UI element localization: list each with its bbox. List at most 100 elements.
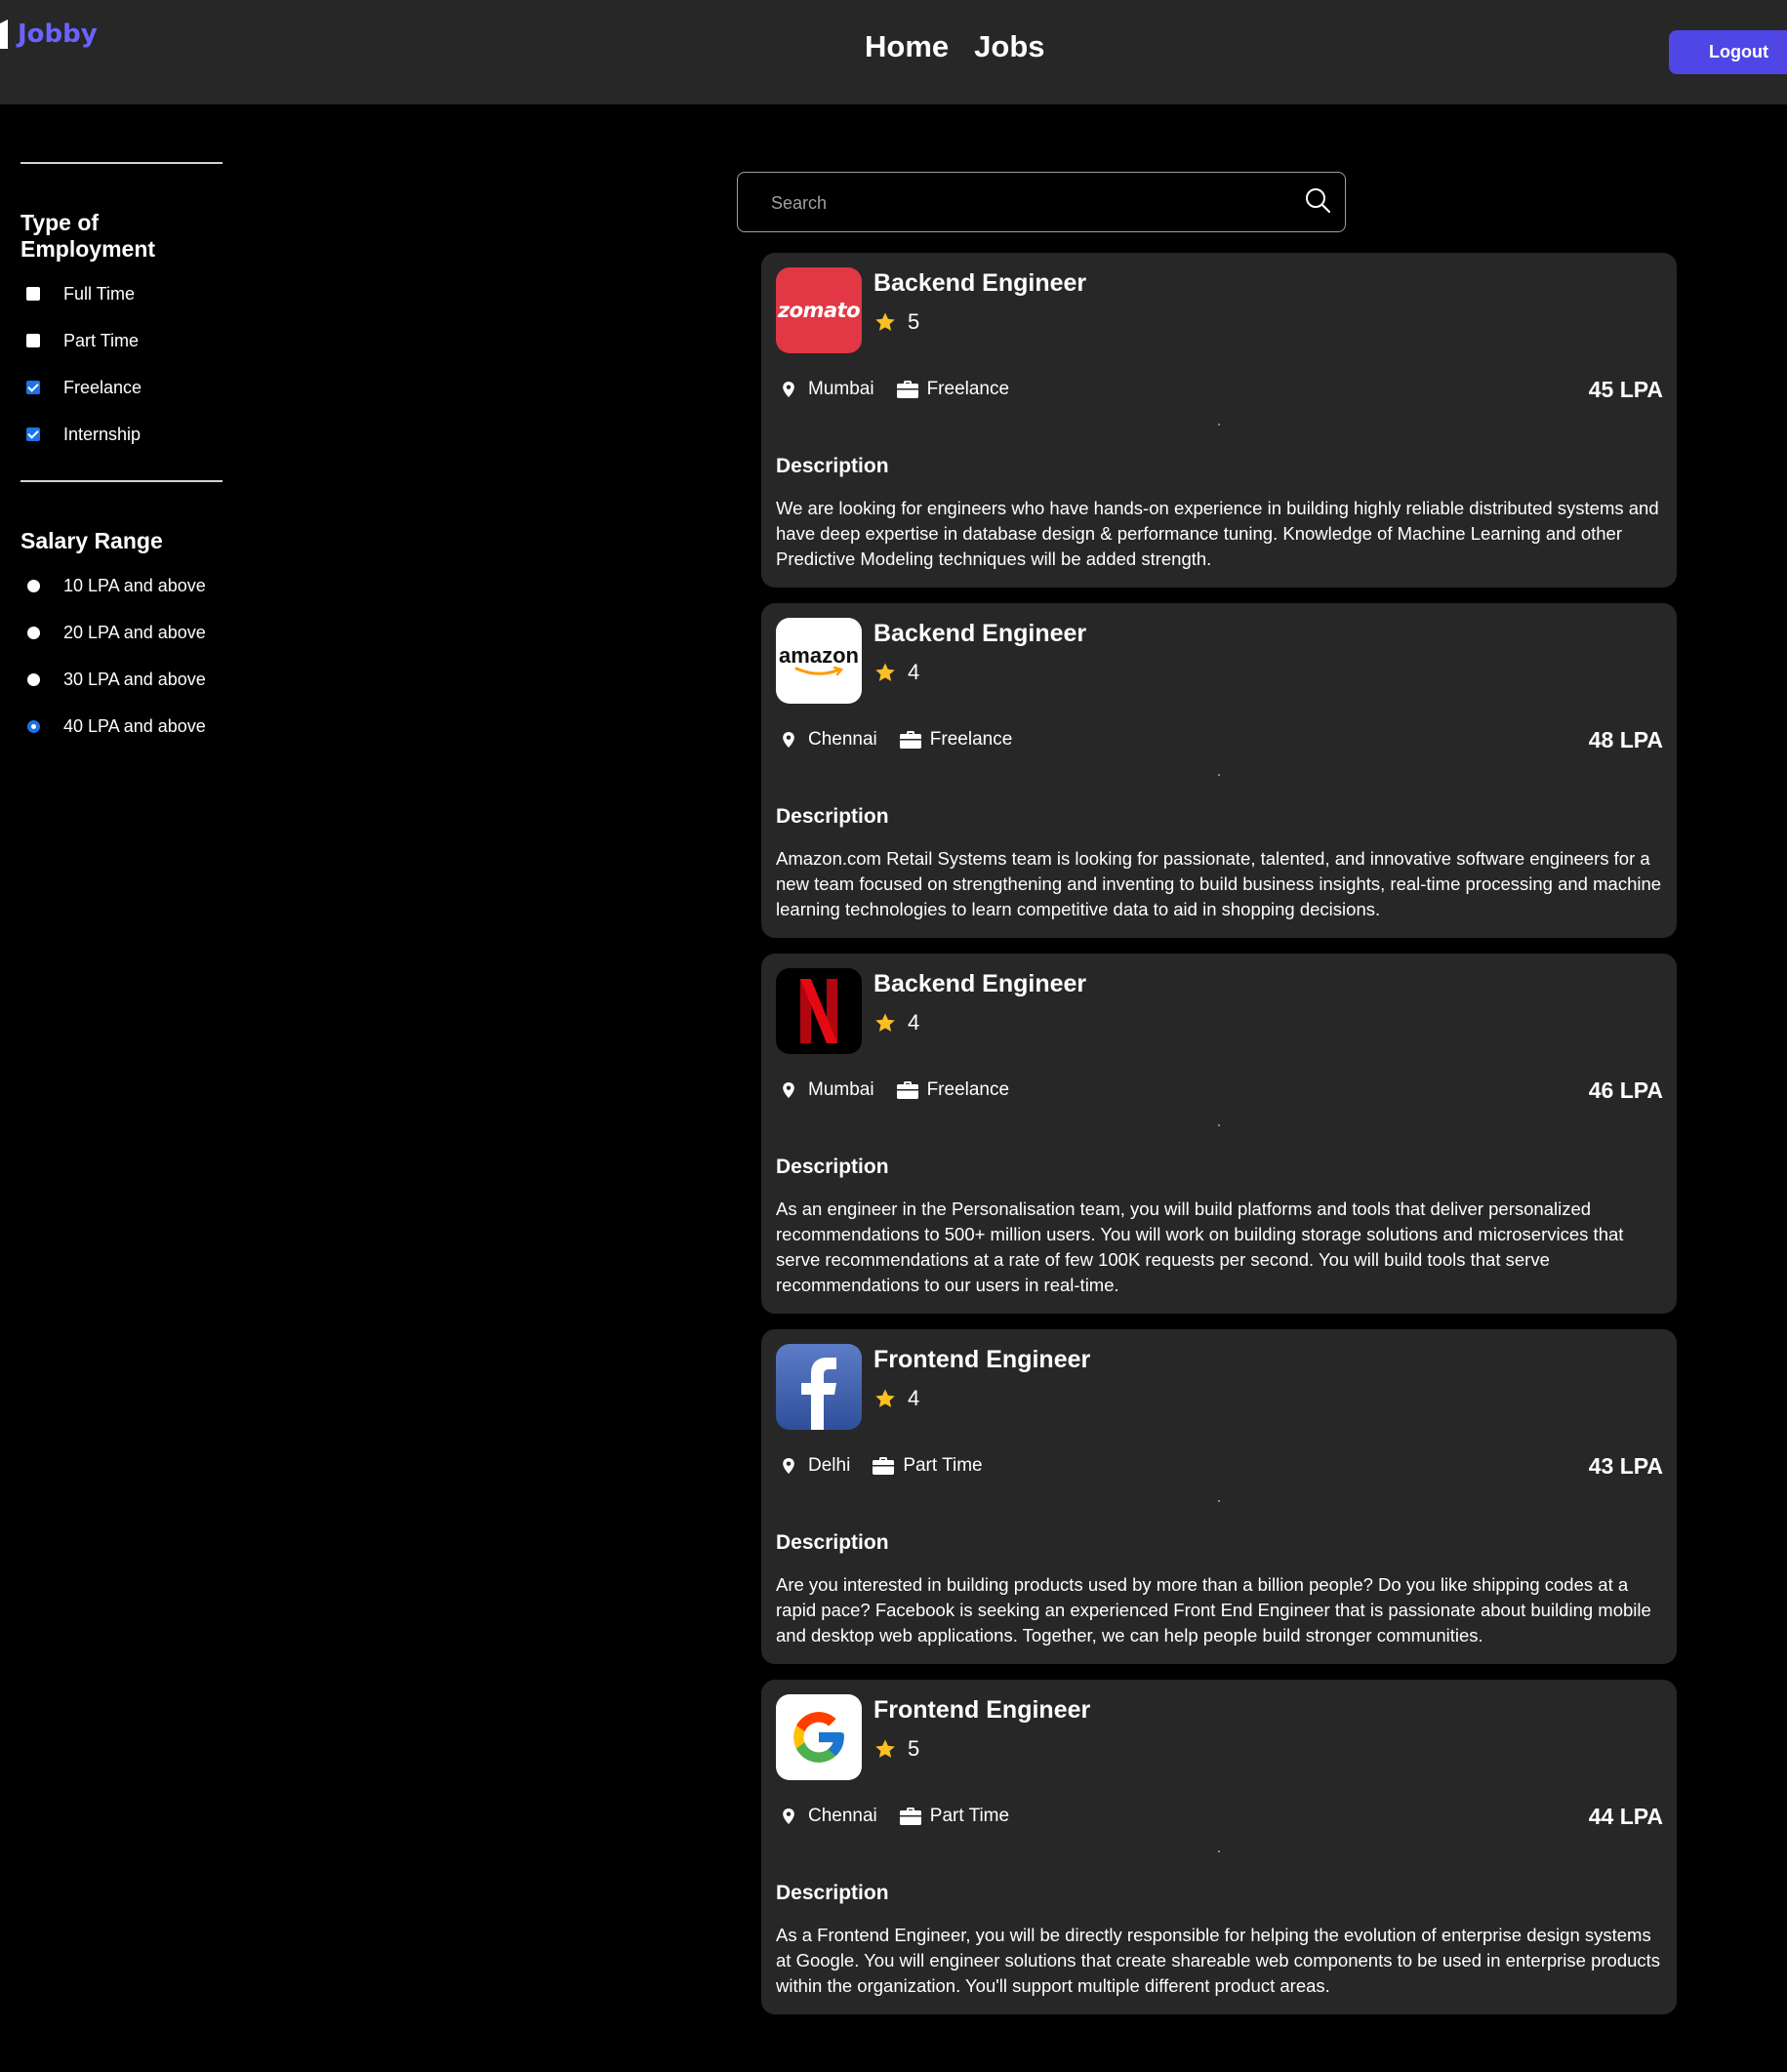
job-meta: Mumbai Freelance 45 LPA [776, 375, 1663, 404]
description-title: Description [776, 1156, 889, 1178]
employment-option[interactable]: Part Time [20, 317, 223, 364]
job-title: Backend Engineer [873, 970, 1087, 997]
job-location: Chennai [780, 1806, 877, 1827]
search-input[interactable] [769, 187, 1280, 219]
search-box [737, 172, 1346, 232]
rating-value: 5 [908, 309, 920, 334]
employment-option[interactable]: Internship [20, 411, 223, 458]
job-location: Delhi [780, 1455, 850, 1477]
salary-options: 10 LPA and above 20 LPA and above 30 LPA a… [20, 562, 223, 750]
employment-type-text: Part Time [929, 1806, 1010, 1826]
star-icon [875, 1739, 895, 1758]
briefcase-icon [899, 731, 921, 749]
employment-checkbox[interactable] [26, 287, 40, 301]
separator [1218, 1850, 1220, 1852]
search-icon[interactable] [1303, 186, 1332, 216]
employment-type-text: Part Time [903, 1455, 983, 1476]
salary-radio[interactable] [27, 719, 40, 733]
job-rating: 4 [873, 1010, 1086, 1036]
job-salary: 45 LPA [1588, 376, 1663, 402]
jobs-list: zomato Backend Engineer 5 Mumbai Freelance 4… [761, 253, 1677, 2030]
salary-option[interactable]: 40 LPA and above [20, 703, 223, 750]
company-logo: zomato [776, 267, 862, 353]
employment-option-label: Full Time [63, 283, 136, 304]
employment-options: Full Time Part Time Freelance Internship [20, 270, 223, 458]
rating-value: 5 [908, 1736, 920, 1761]
salary-radio[interactable] [27, 672, 40, 686]
description-title: Description [776, 805, 889, 828]
job-meta: Delhi Part Time 43 LPA [776, 1451, 1663, 1481]
salary-option-label: 30 LPA and above [63, 669, 206, 689]
job-card[interactable]: zomato Backend Engineer 5 Mumbai Freelance 4… [761, 253, 1677, 588]
briefcase-icon [896, 381, 918, 398]
job-employment-type: Freelance [896, 1079, 1009, 1101]
job-description: We are looking for engineers who have ha… [776, 498, 1659, 569]
job-description: Are you interested in building products … [776, 1574, 1651, 1645]
salary-option[interactable]: 30 LPA and above [20, 656, 223, 703]
job-card[interactable]: amazon Backend Engineer 4 Chennai Freelance… [761, 603, 1677, 938]
filters-sidebar: Type of Employment Full Time Part Time Fre… [20, 162, 223, 750]
star-icon [875, 663, 895, 681]
logout-button[interactable]: Logout [1669, 30, 1787, 74]
salary-option[interactable]: 20 LPA and above [20, 609, 223, 656]
employment-option[interactable]: Freelance [20, 364, 223, 411]
nav-home-link[interactable]: Home [865, 29, 949, 64]
main-nav: Home Jobs [865, 29, 1045, 64]
star-icon [875, 312, 895, 331]
logo[interactable]: Jobby [0, 20, 98, 49]
salary-option[interactable]: 10 LPA and above [20, 562, 223, 609]
job-card[interactable]: Backend Engineer 4 Mumbai Freelance 46 LPA De… [761, 954, 1677, 1314]
separator [1218, 1124, 1220, 1126]
location-icon [783, 1082, 794, 1098]
job-employment-type: Part Time [872, 1455, 983, 1477]
job-description: As a Frontend Engineer, you will be dire… [776, 1925, 1661, 1996]
job-salary: 46 LPA [1588, 1077, 1663, 1103]
briefcase-icon [896, 1081, 918, 1099]
location-text: Chennai [808, 729, 877, 750]
job-title-block: Backend Engineer 4 [873, 968, 1086, 1036]
rating-value: 4 [908, 1010, 920, 1035]
divider [20, 480, 223, 482]
job-meta: Chennai Part Time 44 LPA [776, 1802, 1663, 1831]
company-logo: amazon [776, 618, 862, 704]
job-meta: Mumbai Freelance 46 LPA [776, 1076, 1663, 1105]
location-icon [783, 1808, 794, 1824]
job-card[interactable]: Frontend Engineer 5 Chennai Part Time 44 LPA… [761, 1680, 1677, 2014]
employment-option[interactable]: Full Time [20, 270, 223, 317]
job-employment-type: Freelance [899, 729, 1013, 751]
nav-jobs-link[interactable]: Jobs [974, 29, 1044, 64]
employment-filter-title: Type of Employment [20, 210, 156, 262]
description-title: Description [776, 455, 889, 477]
location-text: Mumbai [808, 379, 874, 399]
job-rating: 4 [873, 1386, 1090, 1411]
job-rating: 5 [873, 1736, 1090, 1762]
job-salary: 48 LPA [1588, 726, 1663, 752]
star-icon [875, 1389, 895, 1407]
employment-option-label: Internship [63, 424, 142, 444]
job-rating: 5 [873, 309, 1086, 335]
job-location: Mumbai [780, 1079, 874, 1101]
employment-checkbox[interactable] [26, 427, 40, 441]
job-card[interactable]: Frontend Engineer 4 Delhi Part Time 43 LPA De… [761, 1329, 1677, 1664]
employment-type-text: Freelance [929, 729, 1013, 750]
job-location: Chennai [780, 729, 877, 751]
rating-value: 4 [908, 660, 920, 684]
divider [20, 162, 223, 164]
job-rating: 4 [873, 660, 1086, 685]
briefcase-icon [873, 1457, 895, 1475]
logo-text: Jobby [18, 20, 98, 49]
company-logo [776, 968, 862, 1054]
rating-value: 4 [908, 1386, 920, 1410]
job-title: Backend Engineer [873, 269, 1087, 297]
job-description: Amazon.com Retail Systems team is lookin… [776, 848, 1662, 919]
logo-mark-icon [0, 20, 8, 49]
employment-checkbox[interactable] [26, 334, 40, 347]
separator [1218, 1500, 1220, 1502]
salary-radio[interactable] [27, 579, 40, 592]
employment-option-label: Part Time [63, 330, 140, 350]
salary-radio[interactable] [27, 626, 40, 639]
employment-checkbox[interactable] [26, 381, 40, 394]
salary-option-label: 40 LPA and above [63, 715, 206, 736]
employment-option-label: Freelance [63, 377, 142, 397]
location-text: Mumbai [808, 1079, 874, 1100]
